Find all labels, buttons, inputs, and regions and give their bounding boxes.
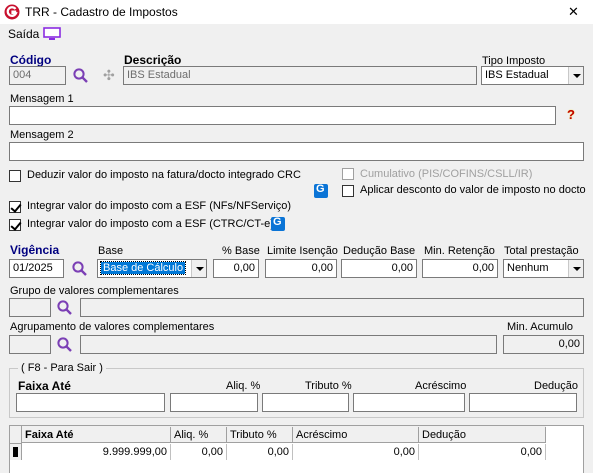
- grid-col-aliq[interactable]: Aliq. %: [171, 427, 227, 443]
- vigencia-label: Vigência: [10, 243, 60, 257]
- total-prestacao-label: Total prestação: [504, 245, 579, 257]
- limite-isencao-label: Limite Isenção: [267, 245, 338, 257]
- base-label: Base: [98, 245, 124, 257]
- grid-col-acrescimo[interactable]: Acréscimo: [293, 427, 419, 443]
- faixa-ate-input[interactable]: [16, 393, 165, 412]
- grid-col-faixa-ate[interactable]: Faixa Até: [22, 427, 171, 443]
- add-icon: ✣: [103, 67, 115, 83]
- deducao-label: Dedução: [534, 380, 579, 392]
- min-retencao-label: Min. Retenção: [424, 245, 495, 257]
- integrar-nfs-label: Integrar valor do imposto com a ESF (NFs…: [27, 200, 292, 212]
- help-icon[interactable]: ?: [567, 107, 575, 122]
- agrupamento-valores-code: [9, 335, 51, 354]
- faixa-ate-label: Faixa Até: [18, 379, 71, 393]
- cumulativo-checkbox: [342, 168, 354, 180]
- integrar-ctrc-checkbox[interactable]: [9, 219, 21, 231]
- aliq-label: Aliq. %: [226, 380, 261, 392]
- faixas-caption: ( F8 - Para Sair ): [18, 362, 106, 374]
- monitor-icon[interactable]: [43, 27, 61, 41]
- chevron-down-icon[interactable]: [568, 67, 583, 84]
- base-value: Base de Cálculo: [99, 261, 187, 275]
- pct-base-input[interactable]: 0,00: [213, 259, 259, 278]
- grupo-valores-desc: [80, 298, 584, 317]
- mensagem2-label: Mensagem 2: [10, 129, 74, 141]
- tipo-imposto-select[interactable]: IBS Estadual: [481, 66, 584, 85]
- grid-col-deducao[interactable]: Dedução: [419, 427, 546, 443]
- min-retencao-input[interactable]: 0,00: [422, 259, 498, 278]
- tipo-imposto-value: IBS Estadual: [485, 69, 549, 81]
- codigo-field[interactable]: 004: [9, 66, 66, 85]
- agrupamento-valores-desc: [80, 335, 497, 354]
- cumulativo-label: Cumulativo (PIS/COFINS/CSLL/IR): [360, 168, 533, 180]
- tributo-label: Tributo %: [305, 380, 352, 392]
- vigencia-input[interactable]: 01/2025: [9, 259, 64, 278]
- descricao-label: Descrição: [124, 53, 182, 67]
- min-acumulo-field: 0,00: [503, 335, 584, 354]
- total-prestacao-select[interactable]: Nenhum: [503, 259, 584, 278]
- grupo-valores-label: Grupo de valores complementares: [10, 285, 179, 297]
- acrescimo-input[interactable]: [353, 393, 465, 412]
- deducao-input[interactable]: [469, 393, 577, 412]
- grid-col-tributo[interactable]: Tributo %: [227, 427, 293, 443]
- grid-indicator-header: [10, 426, 22, 444]
- chevron-down-icon[interactable]: [191, 260, 206, 277]
- mensagem2-input[interactable]: [9, 142, 584, 161]
- close-icon[interactable]: ✕: [568, 4, 579, 20]
- codigo-label: Código: [10, 53, 52, 67]
- min-acumulo-label: Min. Acumulo: [507, 321, 574, 333]
- grid-row-indicator[interactable]: [10, 444, 22, 460]
- integrar-nfs-checkbox[interactable]: [9, 201, 21, 213]
- search-grupo-icon[interactable]: [56, 299, 73, 316]
- deducao-base-input[interactable]: 0,00: [341, 259, 417, 278]
- pct-base-label: % Base: [222, 245, 260, 257]
- descricao-field[interactable]: IBS Estadual: [123, 66, 477, 85]
- deducao-base-label: Dedução Base: [343, 245, 416, 257]
- aplicar-desconto-label: Aplicar desconto do valor de imposto no …: [360, 184, 586, 196]
- deduzir-checkbox[interactable]: [9, 170, 21, 182]
- window-title: TRR - Cadastro de Impostos: [25, 5, 178, 19]
- grid-cell-aliq[interactable]: 0,00: [171, 444, 227, 460]
- total-prestacao-value: Nenhum: [507, 262, 549, 274]
- tributo-input[interactable]: [262, 393, 349, 412]
- menu-saida[interactable]: Saída: [8, 27, 39, 41]
- grupo-valores-code: [9, 298, 51, 317]
- grid-cell-faixa-ate[interactable]: 9.999.999,00: [22, 444, 171, 460]
- base-select[interactable]: Base de Cálculo: [97, 259, 207, 278]
- grid-cell-deducao[interactable]: 0,00: [419, 444, 546, 460]
- grid-cell-acrescimo[interactable]: 0,00: [293, 444, 419, 460]
- mensagem1-label: Mensagem 1: [10, 93, 74, 105]
- search-agrupamento-icon[interactable]: [56, 336, 73, 353]
- aliq-input[interactable]: [170, 393, 258, 412]
- chevron-down-icon[interactable]: [568, 260, 583, 277]
- grid-cell-tributo[interactable]: 0,00: [227, 444, 293, 460]
- search-vigencia-icon[interactable]: [71, 260, 88, 277]
- integrar-ctrc-label: Integrar valor do imposto com a ESF (CTR…: [27, 218, 274, 230]
- agrupamento-valores-label: Agrupamento de valores complementares: [10, 321, 215, 333]
- search-codigo-icon[interactable]: [72, 67, 89, 84]
- integracao-ctrc-logo-icon[interactable]: [271, 216, 285, 231]
- deduzir-label: Deduzir valor do imposto na fatura/docto…: [27, 169, 301, 181]
- mensagem1-input[interactable]: [9, 106, 556, 125]
- integracao-logo-icon[interactable]: [314, 183, 328, 198]
- title-bar: TRR - Cadastro de Impostos ✕: [0, 0, 593, 24]
- aplicar-desconto-checkbox[interactable]: [342, 185, 354, 197]
- acrescimo-label: Acréscimo: [415, 380, 467, 392]
- limite-isencao-input[interactable]: 0,00: [265, 259, 337, 278]
- app-logo-icon: [4, 4, 20, 20]
